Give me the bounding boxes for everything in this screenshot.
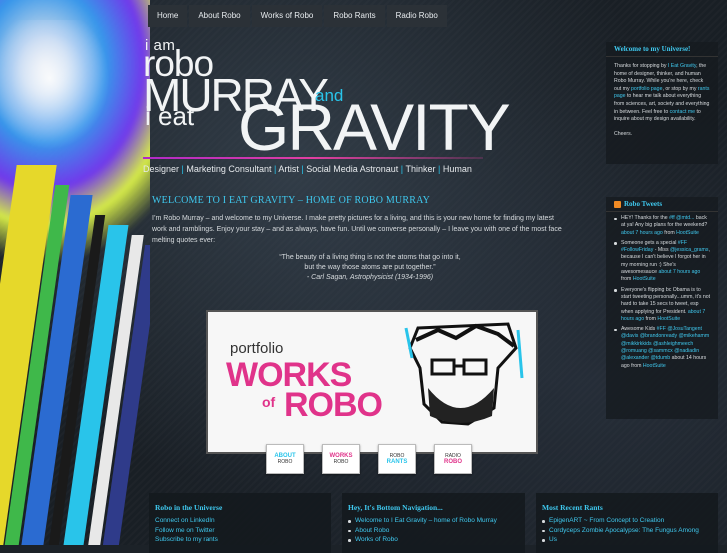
logo-ieat: i eat [145, 101, 195, 131]
tweet-text: from [662, 229, 677, 236]
tweet-item: HEY! Thanks for the #ff @mtd... back at … [614, 215, 712, 237]
tweet-text: from [644, 315, 658, 322]
welcome-text-part: , or stop by my [662, 85, 698, 92]
nav-radio-robo[interactable]: Radio Robo [386, 5, 447, 27]
tweets-title: Robo Tweets [624, 200, 663, 208]
widget-title: Robo Tweets [606, 197, 718, 212]
link-contact-me[interactable]: contact me [670, 109, 695, 115]
portrait-illustration [398, 318, 528, 428]
tagline-separator: | [301, 164, 304, 174]
tweets-widget: Robo Tweets HEY! Thanks for the #ff @mtd… [606, 197, 718, 419]
bottom-navigation-widget: Hey, It's Bottom Navigation... Welcome t… [342, 493, 525, 553]
link-linkedin[interactable]: Connect on LinkedIn [155, 516, 325, 526]
tweet-time-link[interactable]: about 7 hours ago [621, 230, 663, 236]
quote-line: but the way those atoms are put together… [304, 264, 436, 271]
link-works-of-robo[interactable]: Works of Robo [348, 535, 519, 545]
tweet-mention-link[interactable]: @jessica_grams [670, 247, 708, 253]
tagline-separator: | [273, 164, 277, 174]
link-subscribe-rants[interactable]: Subscribe to my rants [155, 535, 325, 545]
banner-robo-label: ROBO [284, 386, 383, 424]
tagline-item: Artist [278, 164, 299, 174]
button-line: RANTS [386, 459, 408, 465]
link-twitter[interactable]: Follow me on Twitter [155, 526, 325, 536]
nav-robo-rants[interactable]: Robo Rants [324, 5, 385, 27]
radio-robo-button[interactable]: RADIO ROBO [434, 444, 472, 474]
nav-works-of-robo[interactable]: Works of Robo [251, 5, 323, 27]
tweet-via-link[interactable]: HootSuite [643, 363, 666, 369]
welcome-text-part: Thanks for stopping by [614, 63, 668, 69]
banner-of-label: of [262, 394, 276, 410]
link-cordyceps[interactable]: Cordyceps Zombie Apocalypse: The Fungus … [542, 526, 712, 536]
tweet-via-link[interactable]: HootSuite [676, 230, 699, 236]
tagline-separator: | [181, 164, 184, 174]
tagline-item: Thinker [405, 164, 436, 174]
about-robo-button[interactable]: ABOUT ROBO [266, 444, 304, 474]
button-line: ROBO [444, 459, 462, 465]
tweet-text: HEY! Thanks for the [621, 215, 670, 221]
link-list: EpigenART ~ From Concept to Creation Cor… [536, 516, 718, 545]
tagline-separator: | [400, 164, 404, 174]
tweet-time-link[interactable]: about 7 hours ago [659, 269, 701, 275]
link-cordyceps-cont[interactable]: Us [542, 535, 712, 545]
quote-citation: - Carl Sagan, Astrophysicist (1934-1996) [306, 274, 434, 281]
link-about-robo[interactable]: About Robo [348, 526, 519, 536]
tweet-item: Awesome Kids #FF @JosuTangent @davis @br… [614, 326, 712, 370]
link-portfolio-page[interactable]: portfolio page [631, 86, 662, 92]
banner-portfolio-label: portfolio [230, 340, 284, 357]
portfolio-banner[interactable]: portfolio WORKS of ROBO ABOUT ROBO WORKS… [206, 310, 538, 474]
recent-rants-widget: Most Recent Rants EpigenART ~ From Conce… [536, 493, 718, 553]
welcome-signoff: Cheers. [614, 130, 633, 137]
tweet-via-link[interactable]: HootSuite [633, 276, 656, 282]
widget-title: Hey, It's Bottom Navigation... [348, 503, 443, 512]
main-navigation: Home About Robo Works of Robo Robo Rants… [148, 5, 449, 27]
tagline-separator: | [438, 164, 441, 174]
link-list: Connect on LinkedIn Follow me on Twitter… [149, 516, 331, 545]
quote-line: “The beauty of a living thing is not the… [279, 254, 461, 261]
logo-gravity: GRAVITY [238, 90, 511, 164]
tweet-link[interactable]: #ff @mtd... [669, 215, 694, 221]
tiger-graphic [0, 20, 110, 150]
post-title[interactable]: WELCOME TO I EAT GRAVITY – HOME OF ROBO … [152, 195, 430, 206]
link-list: Welcome to I Eat Gravity – home of Robo … [342, 516, 525, 545]
welcome-text: Thanks for stopping by I Eat Gravity, th… [606, 57, 718, 144]
post-quote: “The beauty of a living thing is not the… [270, 253, 470, 283]
robo-rants-button[interactable]: ROBO RANTS [378, 444, 416, 474]
nav-about-robo[interactable]: About Robo [189, 5, 250, 27]
tweet-list: HEY! Thanks for the #ff @mtd... back at … [606, 212, 718, 370]
tweet-text: - Miss [653, 247, 671, 254]
tagline-item: Marketing Consultant [186, 164, 272, 174]
widget-title: Most Recent Rants [542, 503, 603, 512]
button-line: ROBO [333, 459, 349, 465]
link-i-eat-gravity[interactable]: I Eat Gravity [668, 63, 696, 69]
tagline-item: Designer [143, 164, 180, 174]
link-epigenart[interactable]: EpigenART ~ From Concept to Creation [542, 516, 712, 526]
decorative-artwork [0, 0, 150, 545]
tagline: Designer | Marketing Consultant | Artist… [143, 164, 472, 174]
robo-in-universe-widget: Robo in the Universe Connect on LinkedIn… [149, 493, 331, 553]
tweet-item: Someone gets a special #FF #FollowFriday… [614, 240, 712, 284]
post-intro: I’m Robo Murray – and welcome to my Univ… [152, 215, 562, 244]
portfolio-button-row: ABOUT ROBO WORKS ROBO ROBO RANTS RADIO R… [266, 444, 472, 474]
tweet-text: Someone gets a special [621, 239, 678, 246]
tagline-item: Human [442, 164, 472, 174]
link-welcome[interactable]: Welcome to I Eat Gravity – home of Robo … [348, 516, 519, 526]
logo-underline [143, 157, 483, 159]
works-of-robo-button[interactable]: WORKS ROBO [322, 444, 360, 474]
rss-icon[interactable] [614, 200, 621, 208]
tweet-text: from [621, 276, 633, 283]
tweet-via-link[interactable]: HootSuite [657, 316, 680, 322]
widget-title: Welcome to my Universe! [606, 42, 718, 57]
welcome-widget: Welcome to my Universe! Thanks for stopp… [606, 42, 718, 164]
button-line: ROBO [277, 459, 293, 465]
nav-home[interactable]: Home [148, 5, 188, 27]
tweet-text: Awesome Kids [621, 326, 657, 333]
tagline-item: Social Media Astronaut [306, 164, 399, 174]
tweet-item: Everyone's flipping bc Obama is to start… [614, 287, 712, 323]
widget-title: Robo in the Universe [155, 503, 223, 512]
